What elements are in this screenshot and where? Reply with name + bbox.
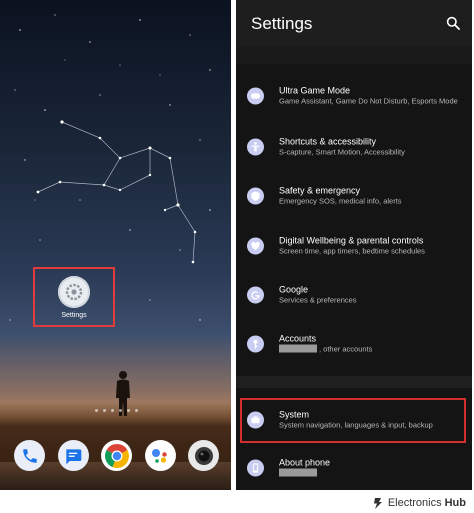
item-title: Accounts — [279, 333, 317, 344]
search-icon[interactable] — [446, 16, 460, 30]
item-subtitle: S-capture, Smart Motion, Accessibility — [279, 147, 405, 157]
messages-icon — [66, 448, 82, 464]
phone-info-icon — [247, 459, 264, 477]
settings-header: Settings — [236, 0, 472, 47]
item-subtitle-row: , other accounts — [279, 344, 464, 355]
item-title: Shortcuts & accessibility — [279, 136, 377, 147]
settings-item-accounts[interactable]: Accounts , other accounts — [236, 320, 472, 368]
item-subtitle: Emergency SOS, medical info, alerts — [279, 196, 402, 206]
app-dock — [14, 440, 219, 471]
camera-icon — [194, 446, 213, 465]
settings-item-google[interactable]: Google Services & preferences — [236, 271, 472, 319]
electronics-hub-logo-icon — [373, 498, 382, 509]
home-screen: Settings — [0, 0, 231, 490]
redacted-device-name — [279, 468, 317, 477]
watermark-brand: Electronics — [387, 497, 442, 509]
chrome-icon — [104, 443, 129, 468]
phone-icon — [22, 448, 37, 463]
item-subtitle: Services & preferences — [279, 295, 357, 305]
accessibility-icon — [247, 138, 264, 156]
group-divider — [236, 376, 472, 388]
camera-app[interactable] — [188, 440, 219, 471]
settings-item-about-phone[interactable]: About phone — [236, 444, 472, 490]
item-subtitle-row — [279, 468, 464, 479]
shield-icon — [247, 187, 264, 205]
settings-item-digital-wellbeing[interactable]: Digital Wellbeing & parental controls Sc… — [236, 222, 472, 270]
messages-app[interactable] — [57, 440, 89, 471]
google-icon — [247, 286, 264, 304]
item-title: Google — [279, 284, 309, 295]
settings-app-shortcut[interactable]: Settings — [33, 267, 115, 327]
assistant-icon — [152, 448, 167, 463]
page-indicator — [95, 409, 138, 412]
item-title: About phone — [279, 457, 331, 468]
header-spacer — [236, 47, 472, 64]
system-highlight-box — [240, 398, 466, 443]
assistant-app[interactable] — [144, 440, 176, 471]
settings-item-shortcuts-accessibility[interactable]: Shortcuts & accessibility S-capture, Sma… — [236, 123, 472, 171]
gamepad-icon — [247, 87, 264, 105]
item-subtitle: , other accounts — [319, 344, 373, 354]
settings-app-label: Settings — [61, 311, 87, 319]
item-subtitle: Game Assistant, Game Do Not Disturb, Esp… — [279, 96, 458, 106]
settings-item-ultra-game-mode[interactable]: Ultra Game Mode Game Assistant, Game Do … — [236, 72, 472, 120]
key-icon — [247, 335, 264, 353]
watermark: Electronics Hub — [371, 496, 466, 510]
phone-app[interactable] — [14, 440, 45, 471]
item-title: Ultra Game Mode — [279, 85, 351, 96]
settings-gear-icon — [58, 275, 90, 308]
settings-item-safety-emergency[interactable]: Safety & emergency Emergency SOS, medica… — [236, 172, 472, 220]
wellbeing-icon — [247, 237, 264, 255]
item-subtitle: Screen time, app timers, bedtime schedul… — [279, 246, 425, 256]
redacted-account-name — [279, 344, 317, 353]
item-title: Safety & emergency — [279, 185, 361, 196]
item-title: Digital Wellbeing & parental controls — [279, 235, 424, 246]
watermark-brand-bold: Hub — [444, 497, 466, 509]
page-title: Settings — [251, 13, 313, 33]
chrome-app[interactable] — [101, 440, 132, 471]
